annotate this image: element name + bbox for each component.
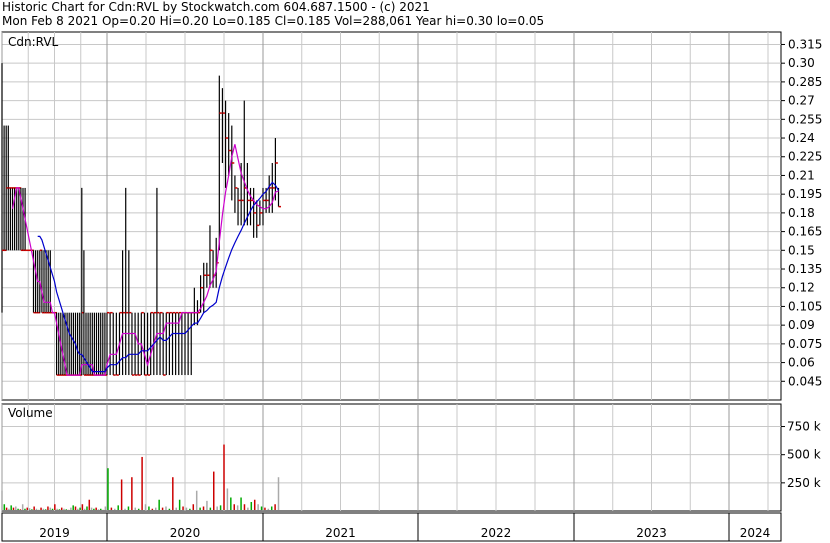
price-panel-label: Cdn:RVL (8, 35, 59, 49)
price-tick-label: 0.15 (788, 243, 815, 257)
year-label: 2020 (170, 526, 201, 540)
price-tick-label: 0.18 (788, 206, 815, 220)
price-tick-label: 0.315 (788, 37, 822, 51)
price-tick-label: 0.06 (788, 356, 815, 370)
price-tick-label: 0.225 (788, 150, 822, 164)
year-label: 2022 (481, 526, 512, 540)
price-tick-label: 0.21 (788, 168, 815, 182)
price-tick-label: 0.255 (788, 112, 822, 126)
price-tick-label: 0.105 (788, 299, 822, 313)
volume-tick-label: 750 k (787, 420, 821, 434)
price-tick-label: 0.135 (788, 262, 822, 276)
price-tick-label: 0.12 (788, 281, 815, 295)
price-tick-label: 0.195 (788, 187, 822, 201)
price-tick-label: 0.09 (788, 318, 815, 332)
year-label: 2021 (325, 526, 356, 540)
price-tick-label: 0.30 (788, 56, 815, 70)
stock-chart: 0.315 0.30 0.285 0.27 0.255 0.24 0.225 0.21 0.19… (1, 31, 822, 542)
price-tick-label: 0.045 (788, 374, 822, 388)
volume-tick-label: 250 k (787, 476, 821, 490)
price-tick-label: 0.075 (788, 337, 822, 351)
year-label: 2023 (636, 526, 667, 540)
volume-tick-label: 500 k (787, 448, 821, 462)
price-tick-label: 0.285 (788, 75, 822, 89)
price-tick-label: 0.27 (788, 94, 815, 108)
year-label: 2019 (39, 526, 70, 540)
volume-panel-label: Volume (8, 406, 53, 420)
price-tick-label: 0.24 (788, 131, 815, 145)
chart-window: Historic Chart for Cdn:RVL by Stockwatch… (0, 0, 830, 543)
price-tick-label: 0.165 (788, 225, 822, 239)
volume-panel-frame (1, 403, 782, 512)
year-label: 2024 (740, 526, 771, 540)
